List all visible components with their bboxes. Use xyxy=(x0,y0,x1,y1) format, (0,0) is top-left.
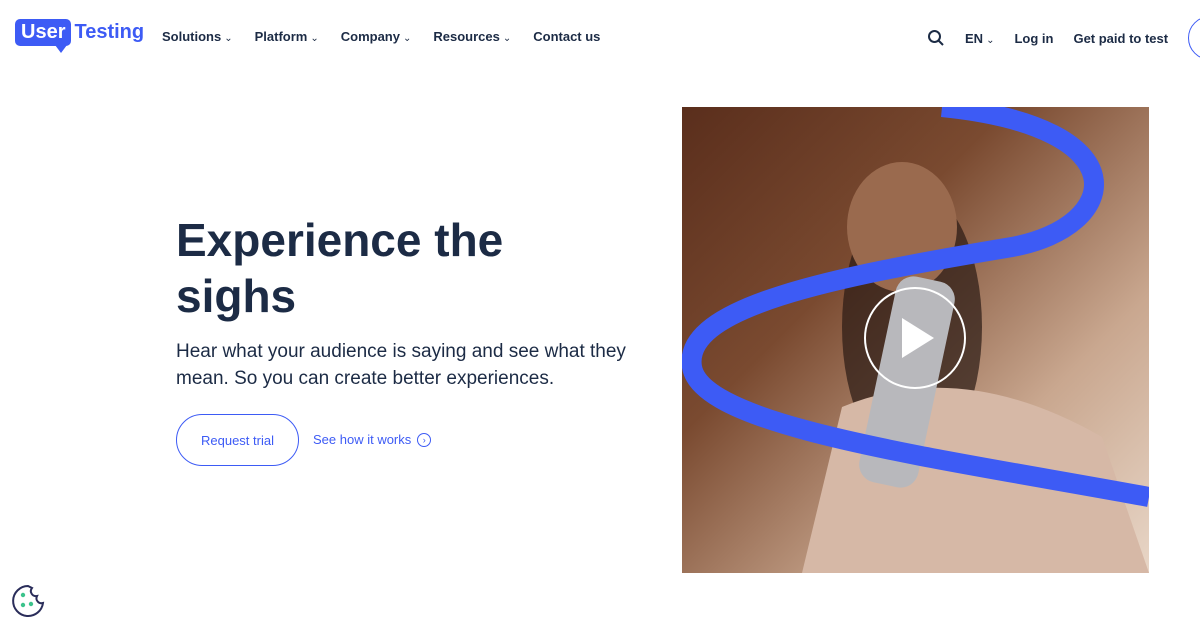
nav-label: Solutions xyxy=(162,29,222,44)
nav-label: Resources xyxy=(433,29,500,44)
header-actions: EN ⌄ Log in Get paid to test xyxy=(927,29,1168,47)
logo-box: User xyxy=(15,19,72,53)
logo[interactable]: User Testing xyxy=(15,19,145,53)
request-trial-button[interactable]: Request trial xyxy=(176,414,299,466)
nav-label: Platform xyxy=(254,29,308,44)
language-label: EN xyxy=(965,30,984,46)
nav-item-contact[interactable]: Contact us xyxy=(533,29,600,44)
nav-label: Contact us xyxy=(533,29,601,44)
hero-title: Experience the sighs xyxy=(176,214,504,322)
get-paid-link[interactable]: Get paid to test xyxy=(1073,31,1168,46)
login-link[interactable]: Log in xyxy=(1014,31,1053,46)
chevron-down-icon: ⌄ xyxy=(310,33,319,44)
nav-label: Company xyxy=(340,29,400,44)
chevron-down-icon: ⌄ xyxy=(502,33,512,44)
link-label: See how it works xyxy=(313,432,412,447)
cookie-icon[interactable] xyxy=(10,583,46,619)
chevron-down-icon: ⌄ xyxy=(224,33,233,44)
hero-image xyxy=(682,107,1149,573)
chevron-down-icon: ⌄ xyxy=(402,33,412,44)
logo-text: Testing xyxy=(74,21,145,43)
hero-subtitle: Hear what your audience is saying and se… xyxy=(176,341,626,389)
arrow-circle-icon: › xyxy=(417,432,432,447)
nav-item-company[interactable]: Company ⌄ xyxy=(341,29,412,44)
search-icon[interactable] xyxy=(927,29,945,47)
header-cta-button[interactable] xyxy=(1188,16,1200,60)
nav-item-platform[interactable]: Platform ⌄ xyxy=(255,29,319,44)
language-selector[interactable]: EN ⌄ xyxy=(965,31,994,46)
nav-item-resources[interactable]: Resources ⌄ xyxy=(433,29,511,44)
see-how-it-works-link[interactable]: See how it works › xyxy=(313,432,432,447)
main-nav: Solutions ⌄ Platform ⌄ Company ⌄ Resources ⌄… xyxy=(162,29,600,44)
chevron-down-icon: ⌄ xyxy=(986,34,995,46)
hero-video[interactable] xyxy=(682,107,1149,573)
nav-item-solutions[interactable]: Solutions ⌄ xyxy=(162,29,233,44)
